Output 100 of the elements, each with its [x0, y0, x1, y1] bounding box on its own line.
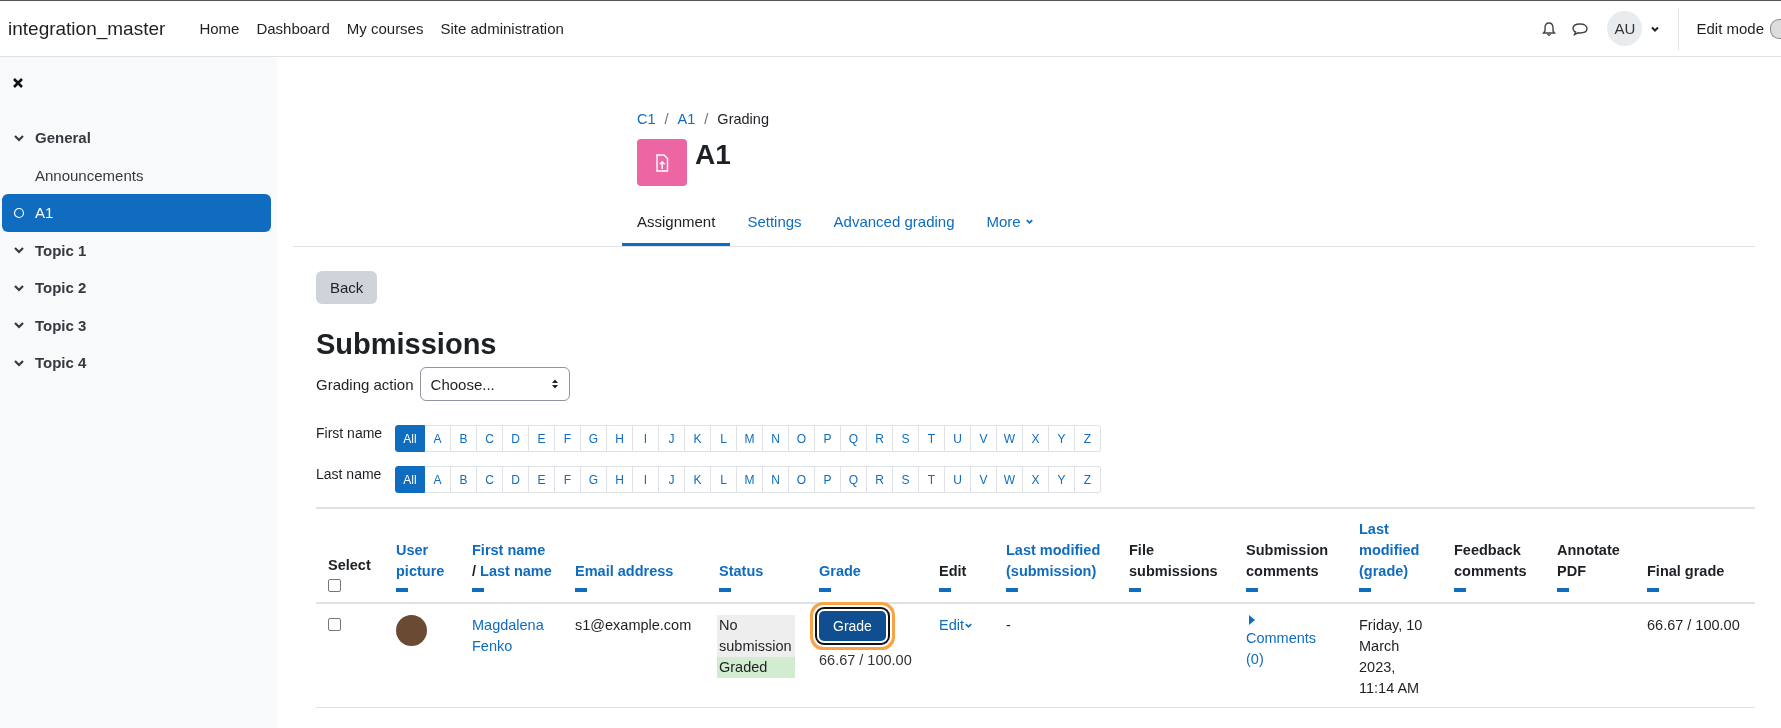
tab[interactable]: Settings	[732, 204, 817, 246]
edit-mode-toggle[interactable]	[1770, 18, 1781, 39]
section-link[interactable]: Topic 1	[35, 241, 87, 259]
initial-filter-button[interactable]: D	[503, 466, 529, 493]
initial-filter-button[interactable]: Z	[1075, 466, 1101, 493]
breadcrumb-link[interactable]: A1	[677, 111, 696, 127]
collapse-icon[interactable]	[1454, 588, 1466, 593]
tab[interactable]: Advanced grading	[818, 204, 970, 246]
collapse-icon[interactable]	[1006, 588, 1018, 593]
bell-icon[interactable]	[1541, 20, 1558, 37]
initial-filter-button[interactable]: P	[815, 466, 841, 493]
initial-filter-button[interactable]: H	[607, 425, 633, 452]
initial-filter-button[interactable]: R	[867, 425, 893, 452]
collapse-icon[interactable]	[939, 588, 951, 593]
section-link[interactable]: Topic 2	[35, 279, 87, 297]
initial-filter-button[interactable]: G	[581, 466, 607, 493]
initial-filter-button[interactable]: B	[451, 466, 477, 493]
tab[interactable]: Assignment	[622, 204, 731, 246]
collapse-icon[interactable]	[1246, 588, 1258, 593]
initial-filter-button[interactable]: T	[919, 466, 945, 493]
initial-filter-button[interactable]: U	[945, 425, 971, 452]
initial-filter-button[interactable]: H	[607, 466, 633, 493]
initial-filter-button[interactable]: F	[555, 425, 581, 452]
collapse-icon[interactable]	[1359, 588, 1371, 593]
initial-filter-button[interactable]: M	[737, 466, 763, 493]
initial-filter-button[interactable]: Y	[1049, 425, 1075, 452]
initial-filter-button[interactable]: X	[1023, 425, 1049, 452]
initial-filter-button[interactable]: S	[893, 466, 919, 493]
collapse-icon[interactable]	[575, 588, 587, 593]
initial-filter-button[interactable]: C	[477, 466, 503, 493]
initial-filter-button[interactable]: U	[945, 466, 971, 493]
collapse-icon[interactable]	[1129, 588, 1141, 593]
initial-filter-button[interactable]: E	[529, 425, 555, 452]
initial-filter-button[interactable]: A	[425, 466, 451, 493]
back-button[interactable]: Back	[316, 271, 378, 304]
initial-filter-button[interactable]: W	[997, 466, 1023, 493]
sort-link[interactable]: Grade	[819, 561, 861, 583]
initial-filter-button[interactable]: Y	[1049, 466, 1075, 493]
initial-filter-button[interactable]: B	[451, 425, 477, 452]
initial-filter-button[interactable]: S	[893, 425, 919, 452]
initial-filter-button[interactable]: N	[763, 466, 789, 493]
user-name-link[interactable]: Magdalena Fenko	[472, 615, 551, 658]
collapse-icon[interactable]	[819, 588, 831, 593]
initial-filter-button[interactable]: P	[815, 425, 841, 452]
sort-link[interactable]: Email address	[575, 561, 674, 583]
initial-filter-button[interactable]: O	[789, 425, 815, 452]
initial-filter-button[interactable]: O	[789, 466, 815, 493]
initial-filter-button[interactable]: W	[997, 425, 1023, 452]
initial-filter-button[interactable]: Q	[841, 425, 867, 452]
initial-filter-button[interactable]: X	[1023, 466, 1049, 493]
select-all-checkbox[interactable]	[328, 579, 341, 593]
section-link[interactable]: General	[35, 129, 91, 147]
tab[interactable]: More	[971, 204, 1049, 246]
initial-filter-button[interactable]: All	[395, 466, 425, 493]
initial-filter-button[interactable]: C	[477, 425, 503, 452]
initial-filter-button[interactable]: G	[581, 425, 607, 452]
initial-filter-button[interactable]: T	[919, 425, 945, 452]
sort-link[interactable]: First name	[472, 540, 546, 562]
initial-filter-button[interactable]: D	[503, 425, 529, 452]
site-name[interactable]: integration_master	[8, 17, 166, 40]
initial-filter-button[interactable]: F	[555, 466, 581, 493]
section-link[interactable]: Topic 3	[35, 316, 87, 334]
collapse-icon[interactable]	[1647, 588, 1659, 593]
comments-link[interactable]: Comments (0)	[1246, 628, 1335, 671]
section-link[interactable]: Topic 4	[35, 354, 87, 372]
row-checkbox[interactable]	[328, 618, 341, 632]
initial-filter-button[interactable]: Q	[841, 466, 867, 493]
initial-filter-button[interactable]: K	[685, 425, 711, 452]
nav-link[interactable]: My courses	[346, 20, 424, 37]
initial-filter-button[interactable]: A	[425, 425, 451, 452]
sort-link[interactable]: Last modified (submission)	[1006, 540, 1113, 583]
initial-filter-button[interactable]: L	[711, 466, 737, 493]
sort-link[interactable]: Last name	[480, 561, 552, 583]
initial-filter-button[interactable]: All	[395, 425, 425, 452]
nav-link[interactable]: Home	[199, 20, 240, 37]
collapse-icon[interactable]	[719, 588, 731, 593]
initial-filter-button[interactable]: J	[659, 466, 685, 493]
initial-filter-button[interactable]: I	[633, 425, 659, 452]
initial-filter-button[interactable]: V	[971, 466, 997, 493]
activity-link[interactable]: Announcements	[13, 166, 144, 184]
initial-filter-button[interactable]: K	[685, 466, 711, 493]
initial-filter-button[interactable]: I	[633, 466, 659, 493]
initial-filter-button[interactable]: R	[867, 466, 893, 493]
initial-filter-button[interactable]: N	[763, 425, 789, 452]
nav-link[interactable]: Site administration	[440, 20, 564, 37]
expand-triangle-icon[interactable]	[1249, 615, 1255, 626]
edit-menu-link[interactable]: Edit	[939, 615, 973, 637]
sort-link[interactable]: User picture	[396, 540, 456, 583]
grading-action-select[interactable]: Choose...	[419, 367, 570, 401]
initial-filter-button[interactable]: Z	[1075, 425, 1101, 452]
nav-link[interactable]: Dashboard	[256, 20, 330, 37]
collapse-icon[interactable]	[396, 588, 408, 593]
collapse-icon[interactable]	[1557, 588, 1569, 593]
close-icon[interactable]	[12, 77, 24, 89]
collapse-icon[interactable]	[472, 588, 484, 593]
initial-filter-button[interactable]: E	[529, 466, 555, 493]
initial-filter-button[interactable]: L	[711, 425, 737, 452]
sort-link[interactable]: Last modified (grade)	[1359, 519, 1438, 583]
sort-link[interactable]: Status	[719, 561, 764, 583]
initial-filter-button[interactable]: V	[971, 425, 997, 452]
